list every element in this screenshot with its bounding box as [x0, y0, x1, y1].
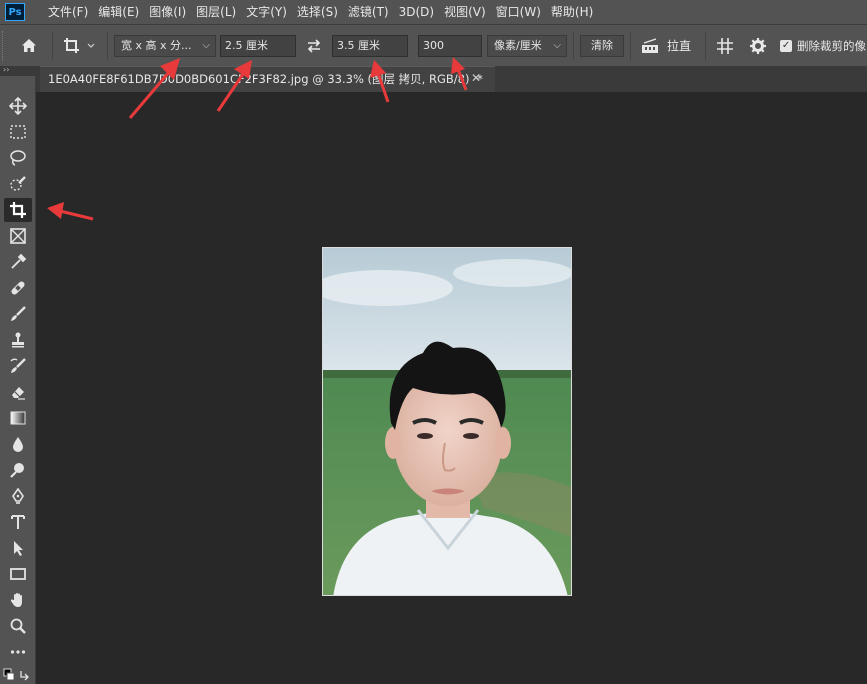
marquee-tool[interactable] [4, 120, 32, 144]
menu-layer[interactable]: 图层(L) [191, 0, 241, 24]
clear-button[interactable]: 清除 [580, 34, 624, 57]
type-icon [11, 515, 25, 529]
zoom-icon [10, 618, 26, 634]
dodge-icon [10, 463, 24, 478]
tools-panel [0, 76, 36, 684]
crop-preset-icon [64, 37, 95, 53]
move-tool[interactable] [4, 94, 32, 118]
menu-file[interactable]: 文件(F) [43, 0, 93, 24]
hand-tool[interactable] [4, 588, 32, 612]
ratio-preset-dropdown[interactable]: 宽 x 高 x 分... ⌵ [114, 34, 216, 57]
menu-image[interactable]: 图像(I) [144, 0, 191, 24]
brush-tool[interactable] [4, 302, 32, 326]
ratio-preset-value: 宽 x 高 x 分... [121, 38, 192, 52]
swap-dimensions-icon[interactable] [296, 33, 332, 59]
document-tab[interactable]: 1E0A40FE8F61DB7D0D0BD601CF2F3F82.jpg @ 3… [40, 66, 495, 92]
lasso-icon [10, 150, 26, 166]
tool-preset-picker[interactable] [59, 33, 101, 59]
photoshop-logo: Ps [5, 3, 25, 21]
color-swatches[interactable] [3, 668, 33, 684]
dodge-tool[interactable] [4, 458, 32, 482]
eyedropper-icon [11, 253, 27, 269]
swap-colors-icon [3, 668, 29, 681]
ellipsis-icon [10, 650, 26, 654]
gradient-tool[interactable] [4, 406, 32, 430]
quick-selection-tool[interactable] [4, 172, 32, 196]
resolution-unit-dropdown[interactable]: 像素/厘米 ⌵ [487, 34, 567, 57]
menu-3d[interactable]: 3D(D) [394, 0, 439, 24]
eraser-tool[interactable] [4, 380, 32, 404]
menu-bar: Ps 文件(F) 编辑(E) 图像(I) 图层(L) 文字(Y) 选择(S) 滤… [0, 0, 867, 24]
close-icon[interactable]: ✕ [471, 66, 481, 90]
crop-tool[interactable] [4, 198, 32, 222]
options-bar: 宽 x 高 x 分... ⌵ 2.5 厘米 3.5 厘米 300 像素/厘米 ⌵… [0, 24, 867, 66]
toolbar-collapse[interactable]: ›› [0, 66, 36, 76]
chevron-down-icon: ⌵ [553, 39, 561, 51]
menu-view[interactable]: 视图(V) [439, 0, 491, 24]
separator [573, 31, 574, 60]
menu-help[interactable]: 帮助(H) [546, 0, 598, 24]
portrait-image [323, 248, 571, 595]
type-tool[interactable] [4, 510, 32, 534]
document-title: 1E0A40FE8F61DB7D0D0BD601CF2F3F82.jpg @ 3… [48, 72, 470, 86]
more-tools[interactable] [4, 640, 32, 664]
quick-selection-icon [10, 176, 26, 191]
crop-width-input[interactable]: 2.5 厘米 [220, 34, 296, 57]
separator [107, 31, 108, 60]
delete-cropped-checkbox[interactable]: ✓ [780, 39, 793, 52]
options-grip[interactable] [2, 30, 8, 61]
arrow-cursor-icon [14, 541, 23, 556]
resolution-input[interactable]: 300 [418, 34, 482, 57]
document-photo[interactable] [322, 247, 572, 596]
history-brush-tool[interactable] [4, 354, 32, 378]
stamp-icon [12, 332, 24, 348]
gradient-icon [10, 411, 26, 425]
marquee-icon [10, 125, 26, 139]
overlay-grid-icon[interactable] [712, 33, 738, 59]
eraser-icon [12, 387, 25, 400]
brush-icon [11, 306, 26, 321]
zoom-tool[interactable] [4, 614, 32, 638]
menu-select[interactable]: 选择(S) [292, 0, 343, 24]
move-icon [9, 97, 27, 115]
crop-height-input[interactable]: 3.5 厘米 [332, 34, 408, 57]
gear-icon[interactable] [742, 33, 774, 59]
delete-cropped-label: 删除裁剪的像 [797, 38, 867, 53]
home-icon[interactable] [12, 33, 46, 59]
separator [630, 31, 631, 60]
blur-tool[interactable] [4, 432, 32, 456]
straighten-label[interactable]: 拉直 [667, 37, 691, 54]
bandage-icon [11, 281, 25, 295]
rectangle-icon [10, 568, 26, 580]
menu-window[interactable]: 窗口(W) [491, 0, 546, 24]
path-selection-tool[interactable] [4, 536, 32, 560]
frame-icon [10, 228, 26, 244]
resolution-unit-value: 像素/厘米 [494, 38, 542, 52]
straighten-icon[interactable] [637, 33, 663, 59]
pen-tool[interactable] [4, 484, 32, 508]
clone-stamp-tool[interactable] [4, 328, 32, 352]
menu-filter[interactable]: 滤镜(T) [343, 0, 394, 24]
hand-icon [10, 593, 22, 607]
menu-edit[interactable]: 编辑(E) [93, 0, 144, 24]
chevron-down-icon: ⌵ [202, 39, 210, 51]
separator [52, 31, 53, 60]
droplet-icon [13, 437, 23, 452]
crop-icon [10, 202, 26, 218]
eyedropper-tool[interactable] [4, 250, 32, 274]
frame-tool[interactable] [4, 224, 32, 248]
menu-type[interactable]: 文字(Y) [241, 0, 292, 24]
history-brush-icon [10, 358, 26, 373]
document-tab-bar: 1E0A40FE8F61DB7D0D0BD601CF2F3F82.jpg @ 3… [36, 66, 867, 92]
separator [705, 31, 707, 60]
healing-brush-tool[interactable] [4, 276, 32, 300]
rectangle-tool[interactable] [4, 562, 32, 586]
pen-icon [12, 487, 24, 504]
lasso-tool[interactable] [4, 146, 32, 170]
